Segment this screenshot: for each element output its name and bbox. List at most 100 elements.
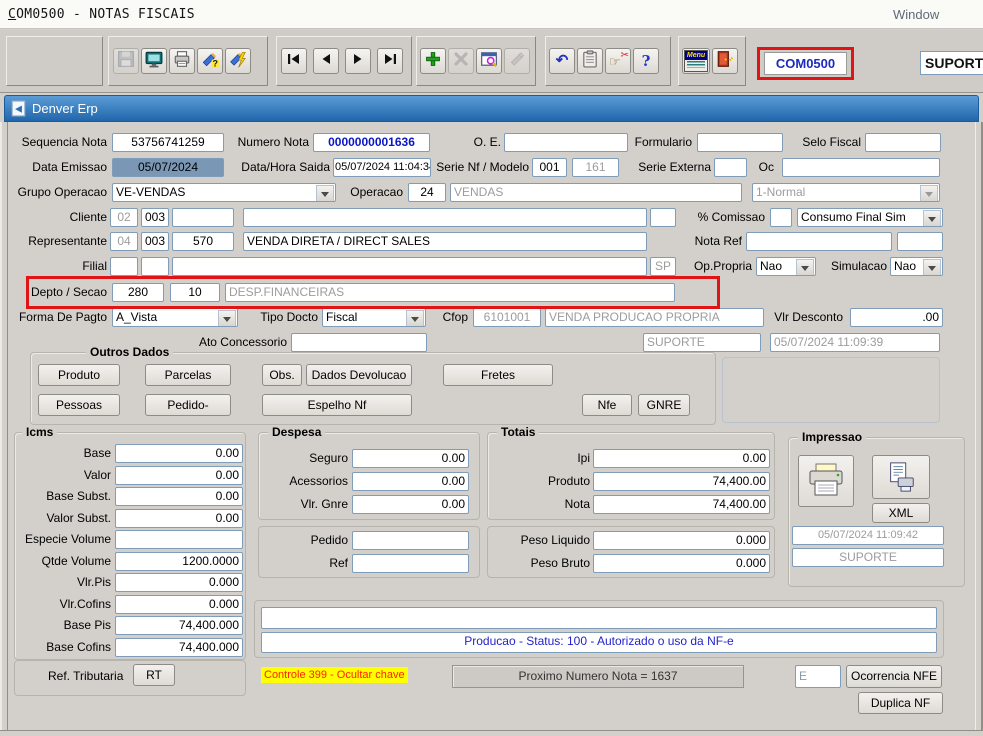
data-emissao-field[interactable]: 05/07/2024 — [112, 158, 224, 177]
ato-concessorio-field[interactable] — [291, 333, 427, 352]
window-menu[interactable]: Window — [893, 7, 939, 22]
comissao-field[interactable] — [770, 208, 792, 227]
screen-button[interactable] — [141, 48, 167, 74]
duplica-nf-button[interactable]: Duplica NF — [858, 692, 943, 714]
save-button[interactable] — [113, 48, 139, 74]
vlr-desconto-field[interactable]: .00 — [850, 308, 943, 327]
insert-record-button[interactable] — [420, 48, 446, 74]
help-button[interactable]: ? — [633, 48, 659, 74]
edit-button[interactable] — [504, 48, 530, 74]
ocorrencia-nfe-button[interactable]: Ocorrencia NFE — [846, 665, 942, 688]
numero-nota-field[interactable]: 0000000001636 — [313, 133, 430, 152]
base-cofins-field[interactable]: 74,400.000 — [115, 638, 243, 657]
previous-record-button[interactable] — [313, 48, 339, 74]
imprimir-nota-button[interactable] — [798, 455, 854, 507]
acessorios-field[interactable]: 0.00 — [352, 472, 469, 491]
qtde-volume-field[interactable]: 1200.0000 — [115, 552, 243, 571]
op-propria-select[interactable]: Nao — [756, 257, 816, 276]
ocorrencia-field[interactable]: E — [795, 665, 841, 688]
clipboard-button[interactable] — [577, 48, 603, 74]
especie-volume-field[interactable] — [115, 530, 243, 549]
espelho-nf-button[interactable]: Espelho Nf — [262, 394, 412, 416]
consumo-final-select[interactable]: Consumo Final Sim — [797, 208, 943, 227]
icms-valor-subst-field[interactable]: 0.00 — [115, 509, 243, 528]
chevron-down-icon[interactable] — [218, 310, 236, 327]
tipo-docto-select[interactable]: Fiscal — [322, 308, 426, 327]
sequencia-nota-field[interactable]: 53756741259 — [112, 133, 224, 152]
enter-query-button[interactable]: ? — [197, 48, 223, 74]
filial-codigo-field[interactable] — [141, 257, 169, 276]
dados-devolucao-button[interactable]: Dados Devolucao — [306, 364, 412, 386]
execute-query-button[interactable] — [225, 48, 251, 74]
vlr-gnre-field[interactable]: 0.00 — [352, 495, 469, 514]
simulacao-select[interactable]: Nao — [890, 257, 943, 276]
ref-field[interactable] — [352, 554, 469, 573]
produto-button[interactable]: Produto — [38, 364, 120, 386]
modelo-field[interactable]: 161 — [572, 158, 619, 177]
chevron-down-icon[interactable] — [796, 259, 814, 276]
nota-ref-serie-field[interactable] — [897, 232, 943, 251]
cliente-filial-field[interactable]: 003 — [141, 208, 169, 227]
cliente-uf-field[interactable] — [650, 208, 676, 227]
peso-liquido-field[interactable]: 0.000 — [593, 531, 770, 550]
print-button[interactable] — [169, 48, 195, 74]
query-find-button[interactable] — [476, 48, 502, 74]
icms-valor-field[interactable]: 0.00 — [115, 466, 243, 485]
serie-externa-field[interactable] — [714, 158, 747, 177]
representante-codigo-field[interactable]: 570 — [172, 232, 234, 251]
vlr-pis-field[interactable]: 0.000 — [115, 573, 243, 592]
status-message-field[interactable] — [261, 607, 937, 629]
chevron-down-icon[interactable] — [406, 310, 424, 327]
first-record-button[interactable] — [281, 48, 307, 74]
parcelas-button[interactable]: Parcelas — [145, 364, 231, 386]
serie-nf-field[interactable]: 001 — [532, 158, 567, 177]
oe-field[interactable] — [504, 133, 628, 152]
representante-empresa-field[interactable]: 04 — [110, 232, 138, 251]
oc-field[interactable] — [782, 158, 940, 177]
pedido-button[interactable]: Pedido- — [145, 394, 231, 416]
total-nota-field[interactable]: 74,400.00 — [593, 495, 770, 514]
chevron-down-icon[interactable] — [316, 185, 334, 202]
cliente-nome-field[interactable] — [243, 208, 647, 227]
formulario-field[interactable] — [697, 133, 783, 152]
gnre-button[interactable]: GNRE — [638, 394, 690, 416]
xml-button[interactable]: XML — [872, 503, 930, 523]
chevron-down-icon[interactable] — [923, 210, 941, 227]
rt-button[interactable]: RT — [133, 664, 175, 686]
producao-status-field[interactable]: Producao - Status: 100 - Autorizado o us… — [261, 632, 937, 653]
menu-button[interactable]: Menu — [682, 48, 710, 74]
seguro-field[interactable]: 0.00 — [352, 449, 469, 468]
icms-base-field[interactable]: 0.00 — [115, 444, 243, 463]
last-record-button[interactable] — [377, 48, 403, 74]
operacao-code-field[interactable]: 24 — [408, 183, 446, 202]
cliente-codigo-field[interactable] — [172, 208, 234, 227]
delete-record-button[interactable] — [448, 48, 474, 74]
imprimir-danfe-button[interactable] — [872, 455, 930, 499]
representante-nome-field[interactable]: VENDA DIRETA / DIRECT SALES — [243, 232, 647, 251]
cut-record-button[interactable]: ☞✂ — [605, 48, 631, 74]
representante-filial-field[interactable]: 003 — [141, 232, 169, 251]
nota-ref-field[interactable] — [746, 232, 892, 251]
fretes-button[interactable]: Fretes — [443, 364, 553, 386]
cliente-empresa-field[interactable]: 02 — [110, 208, 138, 227]
vlr-cofins-field[interactable]: 0.000 — [115, 595, 243, 614]
selo-fiscal-field[interactable] — [865, 133, 941, 152]
filial-uf-field[interactable]: SP — [650, 257, 676, 276]
pedido-field[interactable] — [352, 531, 469, 550]
grupo-operacao-select[interactable]: VE-VENDAS — [112, 183, 336, 202]
base-pis-field[interactable]: 74,400.000 — [115, 616, 243, 635]
filial-empresa-field[interactable] — [110, 257, 138, 276]
total-produto-field[interactable]: 74,400.00 — [593, 472, 770, 491]
icms-base-subst-field[interactable]: 0.00 — [115, 487, 243, 506]
peso-bruto-field[interactable]: 0.000 — [593, 554, 770, 573]
filial-nome-field[interactable] — [172, 257, 647, 276]
exit-button[interactable] — [712, 48, 738, 74]
ipi-field[interactable]: 0.00 — [593, 449, 770, 468]
tipo-nota-select[interactable]: 1-Normal — [752, 183, 940, 202]
user-badge-field[interactable]: SUPORT — [920, 51, 983, 75]
undo-button[interactable]: ↶ — [549, 48, 575, 74]
data-hora-saida-field[interactable]: 05/07/2024 11:04:34 — [333, 158, 431, 177]
nfe-button[interactable]: Nfe — [582, 394, 632, 416]
forma-pagto-select[interactable]: A_Vista — [112, 308, 238, 327]
pessoas-button[interactable]: Pessoas — [38, 394, 120, 416]
